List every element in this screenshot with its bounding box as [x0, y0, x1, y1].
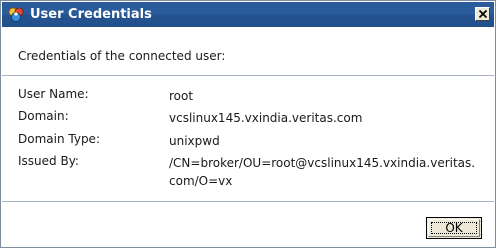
- dialog-heading: Credentials of the connected user:: [18, 49, 226, 63]
- issued-by-value-line-1: /CN=broker/OU=root@vcslinux145.vxindia.v…: [169, 156, 476, 170]
- user-credentials-dialog: User Credentials Credentials of the conn…: [0, 0, 496, 248]
- window-title: User Credentials: [30, 7, 152, 22]
- domain-type-value: unixpwd: [169, 134, 220, 148]
- veritas-app-icon: [7, 6, 25, 23]
- issued-by-value: /CN=broker/OU=root@vcslinux145.vxindia.v…: [169, 154, 475, 190]
- close-button[interactable]: [475, 7, 490, 21]
- issued-by-label: Issued By:: [18, 154, 79, 168]
- issued-by-value-line-2: com/O=vx: [169, 174, 233, 188]
- title-bar[interactable]: User Credentials: [2, 2, 494, 27]
- user-name-value: root: [169, 89, 194, 103]
- domain-value: vcslinux145.vxindia.veritas.com: [169, 111, 363, 125]
- ok-button-label: OK: [445, 221, 463, 235]
- ok-button[interactable]: OK: [426, 217, 482, 239]
- top-divider: [2, 75, 494, 76]
- close-icon: [479, 10, 487, 18]
- bottom-divider: [2, 201, 494, 202]
- user-name-label: User Name:: [18, 87, 89, 101]
- domain-label: Domain:: [18, 109, 69, 123]
- domain-type-label: Domain Type:: [18, 132, 100, 146]
